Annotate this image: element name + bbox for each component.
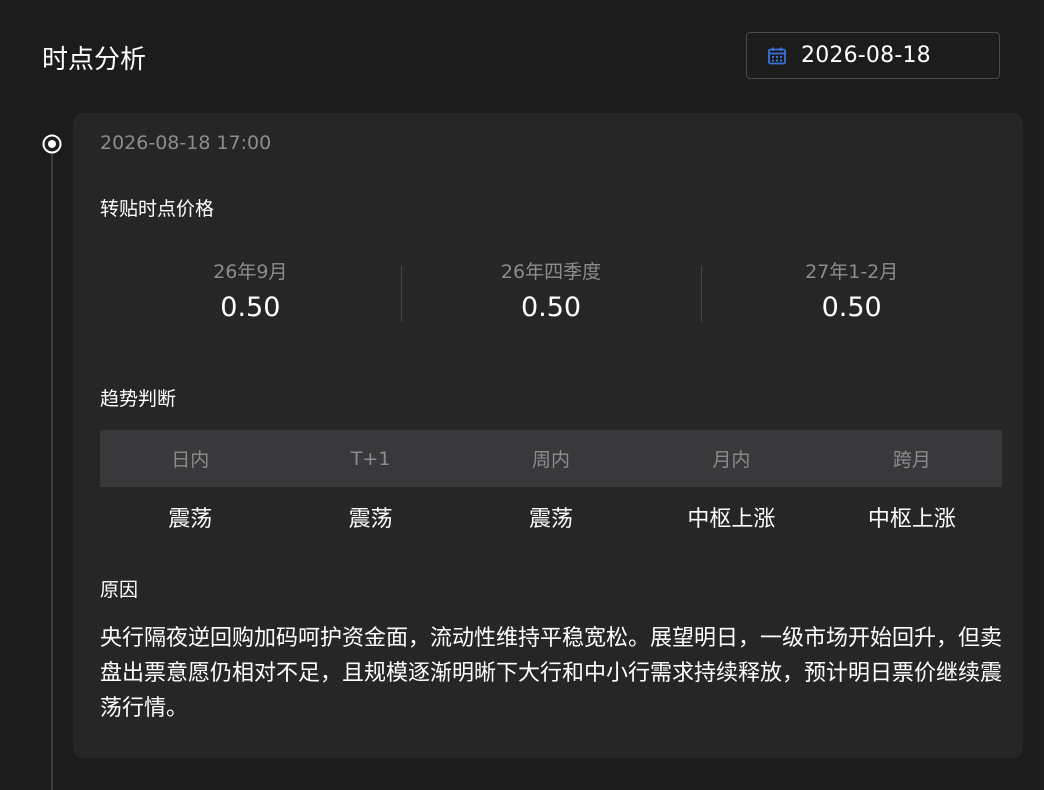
date-picker-value: 2026-08-18 <box>801 43 931 68</box>
trend-header-cell: 周内 <box>532 449 571 471</box>
trend-section-label: 趋势判断 <box>100 388 177 410</box>
price-label: 26年9月 <box>213 261 288 283</box>
price-item: 26年四季度 0.50 <box>400 259 702 329</box>
price-section-label: 转贴时点价格 <box>100 198 215 220</box>
time-point-analysis-panel: 时点分析 2026-08-18 2026-08-18 17:00 转贴时点价格 … <box>0 0 1044 790</box>
trend-table-header: 日内 T+1 周内 月内 跨月 <box>100 430 1002 487</box>
trend-header-cell: 月内 <box>712 449 751 471</box>
reason-section-label: 原因 <box>100 579 139 601</box>
table-row: 震荡 震荡 震荡 中枢上涨 中枢上涨 <box>100 487 1002 546</box>
date-picker[interactable]: 2026-08-18 <box>746 32 1000 79</box>
price-item: 27年1-2月 0.50 <box>701 259 1002 329</box>
price-value: 0.50 <box>220 292 281 323</box>
price-label: 26年四季度 <box>500 261 602 283</box>
price-value: 0.50 <box>520 292 582 323</box>
trend-header-cell: 日内 <box>171 449 210 471</box>
trend-value-cell: 中枢上涨 <box>867 506 956 532</box>
trend-value-cell: 震荡 <box>529 506 574 532</box>
price-value: 0.50 <box>821 292 882 323</box>
page-title: 时点分析 <box>42 45 147 75</box>
price-item: 26年9月 0.50 <box>100 259 401 329</box>
trend-value-cell: 中枢上涨 <box>687 506 776 532</box>
trend-value-cell: 震荡 <box>348 506 393 532</box>
trend-table: 日内 T+1 周内 月内 跨月 震荡 震荡 震荡 中枢上涨 中枢上涨 <box>100 430 1002 546</box>
timeline-card: 2026-08-18 17:00 转贴时点价格 26年9月 0.50 26年四季… <box>73 113 1023 758</box>
reason-text: 央行隔夜逆回购加码呵护资金面，流动性维持平稳宽松。展望明日，一级市场开始回升，但… <box>100 626 1003 721</box>
trend-value-cell: 震荡 <box>168 506 213 532</box>
timeline-line <box>51 154 53 790</box>
card-timestamp: 2026-08-18 17:00 <box>100 132 272 154</box>
price-label: 27年1-2月 <box>805 261 899 283</box>
trend-header-cell: T+1 <box>350 447 391 470</box>
price-row: 26年9月 0.50 26年四季度 0.50 27年1-2月 0.50 <box>100 259 1002 329</box>
trend-header-cell: 跨月 <box>892 449 931 471</box>
radio-dot-icon[interactable] <box>41 133 63 155</box>
calendar-icon <box>766 45 788 67</box>
